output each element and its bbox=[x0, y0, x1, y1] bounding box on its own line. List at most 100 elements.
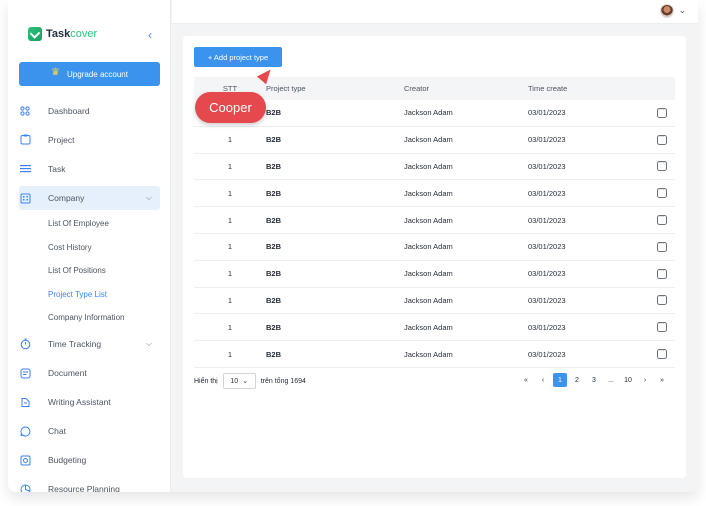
page-link[interactable]: › bbox=[638, 373, 652, 387]
cell-actions bbox=[648, 213, 675, 226]
sidebar-item-label: Task bbox=[48, 163, 66, 174]
cell-time-create: 03/01/2023 bbox=[528, 295, 566, 305]
grid-icon bbox=[19, 105, 31, 117]
sidebar-subitem-list-of-positions[interactable]: List Of Positions bbox=[19, 259, 160, 283]
chevron-down-icon[interactable]: ⌵ bbox=[146, 193, 152, 203]
app-logo[interactable]: Task cover bbox=[28, 27, 97, 41]
crown-icon bbox=[51, 67, 61, 78]
cell-creator: Jackson Adam bbox=[404, 269, 453, 279]
column-header-creator: Creator bbox=[404, 84, 430, 93]
sidebar-item-document[interactable]: Document bbox=[19, 359, 160, 388]
cell-time-create: 03/01/2023 bbox=[528, 161, 566, 171]
document-icon bbox=[19, 367, 31, 379]
page-size-group: Hiển thị 10 ⌄ trên tổng 1694 bbox=[194, 373, 306, 389]
sidebar-item-label: Dashboard bbox=[48, 105, 90, 116]
sidebar-item-task[interactable]: Task bbox=[19, 154, 160, 183]
sidebar-item-chat[interactable]: Chat bbox=[19, 417, 160, 446]
page-link[interactable]: ‹ bbox=[536, 373, 550, 387]
page-size-value: 10 bbox=[230, 377, 239, 385]
cell-time-create: 03/01/2023 bbox=[528, 135, 566, 145]
table-row[interactable]: 1 B2B Jackson Adam 03/01/2023 bbox=[194, 288, 675, 315]
stopwatch-icon bbox=[19, 338, 31, 350]
logo-icon bbox=[28, 27, 42, 41]
brand-name-a: Task bbox=[46, 28, 71, 40]
more-options-icon[interactable] bbox=[656, 133, 667, 145]
page-link[interactable]: 2 bbox=[570, 373, 584, 387]
show-label: Hiển thị bbox=[194, 377, 218, 385]
more-options-icon[interactable] bbox=[656, 240, 667, 252]
page-size-select[interactable]: 10 ⌄ bbox=[222, 373, 256, 389]
top-bar: ⌄ bbox=[172, 0, 698, 24]
cell-creator: Jackson Adam bbox=[404, 135, 453, 145]
page-link[interactable]: 3 bbox=[587, 373, 601, 387]
sidebar-subitem-company-information[interactable]: Company Information bbox=[19, 306, 160, 330]
list-icon bbox=[19, 163, 31, 175]
table-row[interactable]: 1B2BJackson Adam03/01/2023 bbox=[194, 154, 675, 181]
resource-icon bbox=[19, 483, 31, 492]
cell-project-type: B2B bbox=[266, 269, 282, 279]
sidebar-item-project[interactable]: Project bbox=[19, 125, 160, 154]
cell-creator: Jackson Adam bbox=[404, 161, 453, 171]
cell-time-create: 03/01/2023 bbox=[528, 322, 566, 332]
more-options-icon[interactable] bbox=[656, 347, 667, 360]
avatar[interactable] bbox=[660, 4, 674, 18]
chevron-left-icon[interactable]: ‹ bbox=[148, 28, 152, 42]
page-link[interactable]: 10 bbox=[621, 373, 635, 387]
cell-project-type: B2B bbox=[266, 322, 282, 332]
cell-creator: Jackson Adam bbox=[404, 349, 453, 359]
sidebar-subitem-project-type-list[interactable]: Project Type List bbox=[19, 283, 160, 307]
table-row[interactable]: 1B2BJackson Adam03/01/2023 bbox=[194, 314, 675, 342]
cell-project-type: B2B bbox=[266, 295, 282, 305]
page-link[interactable]: « bbox=[519, 373, 533, 387]
page-link[interactable]: » bbox=[655, 373, 669, 387]
sidebar-item-label: Company bbox=[48, 193, 85, 203]
sidebar-item-time-tracking[interactable]: Time Tracking ⌵ bbox=[19, 330, 160, 359]
sidebar-item-label: Writing Assistant bbox=[48, 397, 111, 407]
sidebar-subitem-cost-history[interactable]: Cost History bbox=[19, 236, 160, 260]
chevron-down-icon[interactable]: ⌵ bbox=[146, 339, 152, 349]
more-options-icon[interactable] bbox=[656, 186, 667, 199]
cell-stt: 1 bbox=[227, 269, 233, 279]
table-row[interactable]: 1B2BJackson Adam03/01/2023 bbox=[194, 127, 675, 154]
table-row[interactable]: 1B2BJackson Adam03/01/2023 bbox=[194, 180, 675, 208]
cell-project-type: B2B bbox=[266, 188, 282, 198]
table-row[interactable]: 1 B2B Jackson Adam 03/01/2023 bbox=[194, 261, 675, 288]
table-row[interactable]: 1B2BJackson Adam03/01/2023 bbox=[194, 207, 675, 234]
more-options-icon[interactable] bbox=[656, 213, 667, 226]
table-row[interactable]: 1B2BJackson Adam03/01/2023 bbox=[194, 234, 675, 261]
sidebar-item-label: Resource Planning bbox=[48, 484, 120, 492]
total-label: trên tổng 1694 bbox=[260, 377, 306, 385]
sidebar-item-budgeting[interactable]: Budgeting bbox=[19, 446, 160, 475]
more-options-icon[interactable] bbox=[656, 159, 667, 172]
chevron-down-icon[interactable]: ⌄ bbox=[678, 5, 686, 16]
column-header-project-type: Project type bbox=[266, 84, 306, 93]
table-row[interactable]: 1B2BJackson Adam03/01/2023 bbox=[194, 341, 675, 368]
cell-stt: 1 bbox=[227, 161, 233, 171]
cell-time-create: 03/01/2023 bbox=[528, 269, 566, 279]
cell-creator: Jackson Adam bbox=[404, 295, 453, 305]
page-link[interactable]: 1 bbox=[553, 373, 567, 387]
more-options-icon[interactable] bbox=[656, 267, 667, 279]
table-row[interactable]: 1B2BJackson Adam03/01/2023 bbox=[194, 100, 675, 127]
upgrade-account-button[interactable]: Upgrade account bbox=[19, 62, 160, 86]
cell-time-create: 03/01/2023 bbox=[528, 188, 566, 198]
cell-creator: Jackson Adam bbox=[404, 322, 453, 332]
cell-creator: Jackson Adam bbox=[404, 188, 453, 198]
sidebar-item-dashboard[interactable]: Dashboard bbox=[19, 96, 160, 125]
sidebar-subitem-list-of-employee[interactable]: List Of Employee bbox=[19, 212, 160, 236]
more-options-icon[interactable] bbox=[656, 106, 667, 118]
sidebar-item-writing-assistant[interactable]: Writing Assistant bbox=[19, 388, 160, 417]
writing-icon bbox=[19, 396, 31, 408]
sidebar-item-company[interactable]: Company ⌵ bbox=[19, 186, 160, 210]
more-options-icon[interactable] bbox=[656, 320, 667, 333]
pagination: Hiển thị 10 ⌄ trên tổng 1694 «‹ 1 2 3... 10 ›… bbox=[194, 373, 675, 389]
add-project-type-button[interactable]: + Add project type bbox=[194, 47, 282, 67]
cell-stt: 1 bbox=[227, 135, 233, 145]
cell-actions bbox=[648, 133, 675, 145]
chat-icon bbox=[19, 425, 31, 437]
sidebar-nav: Dashboard Project Task Company ⌵ List Of… bbox=[19, 96, 160, 492]
project-icon bbox=[19, 134, 31, 146]
more-options-icon[interactable] bbox=[656, 293, 667, 306]
sidebar-item-resource-planning[interactable]: Resource Planning bbox=[19, 475, 160, 492]
cell-stt: 1 bbox=[227, 295, 233, 305]
